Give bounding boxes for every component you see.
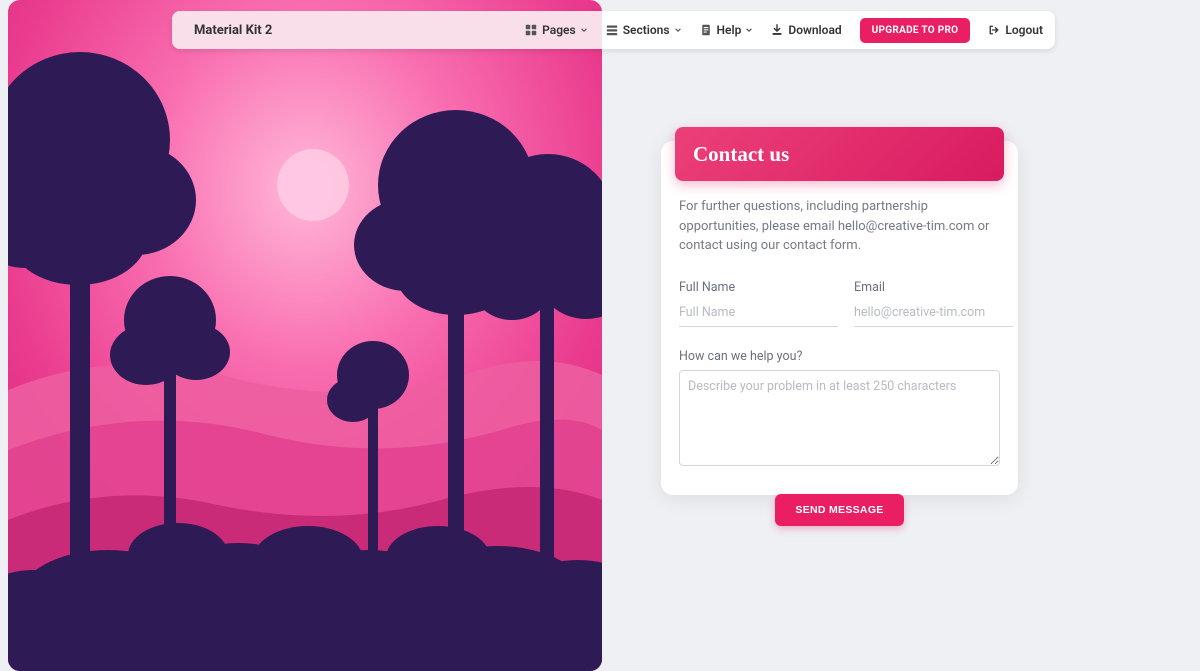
help-label: How can we help you? <box>679 349 1000 364</box>
nav-help[interactable]: Help <box>700 23 754 37</box>
chevron-down-icon <box>580 26 588 34</box>
contact-card-header: Contact us <box>675 127 1004 181</box>
rows-icon <box>606 24 618 36</box>
help-textarea[interactable] <box>679 370 1000 466</box>
navbar: Material Kit 2 Pages Sections Help Downl… <box>172 11 1055 49</box>
logout-icon <box>988 24 1000 36</box>
nav-sections-label: Sections <box>623 23 670 37</box>
nav-sections[interactable]: Sections <box>606 23 682 37</box>
email-input[interactable] <box>854 301 1013 327</box>
fullname-input[interactable] <box>679 301 838 327</box>
chevron-down-icon <box>674 26 682 34</box>
brand[interactable]: Material Kit 2 <box>194 23 272 38</box>
fullname-label: Full Name <box>679 280 838 295</box>
nav-pages-label: Pages <box>542 23 576 37</box>
chevron-down-icon <box>745 26 753 34</box>
contact-card: Contact us For further questions, includ… <box>661 141 1018 495</box>
nav-pages[interactable]: Pages <box>525 23 588 37</box>
nav-download[interactable]: Download <box>771 23 841 37</box>
nav-help-label: Help <box>717 23 742 37</box>
download-icon <box>771 24 783 36</box>
hero-illustration <box>8 0 602 671</box>
contact-title: Contact us <box>693 142 789 167</box>
upgrade-button[interactable]: UPGRADE TO PRO <box>860 18 971 43</box>
grid-icon <box>525 24 537 36</box>
nav-logout-label: Logout <box>1005 23 1043 37</box>
doc-icon <box>700 24 712 36</box>
nav-download-label: Download <box>788 23 841 37</box>
nav-logout[interactable]: Logout <box>988 23 1043 37</box>
email-label: Email <box>854 280 1013 295</box>
contact-description: For further questions, including partner… <box>679 197 1000 256</box>
send-message-button[interactable]: SEND MESSAGE <box>775 494 903 526</box>
